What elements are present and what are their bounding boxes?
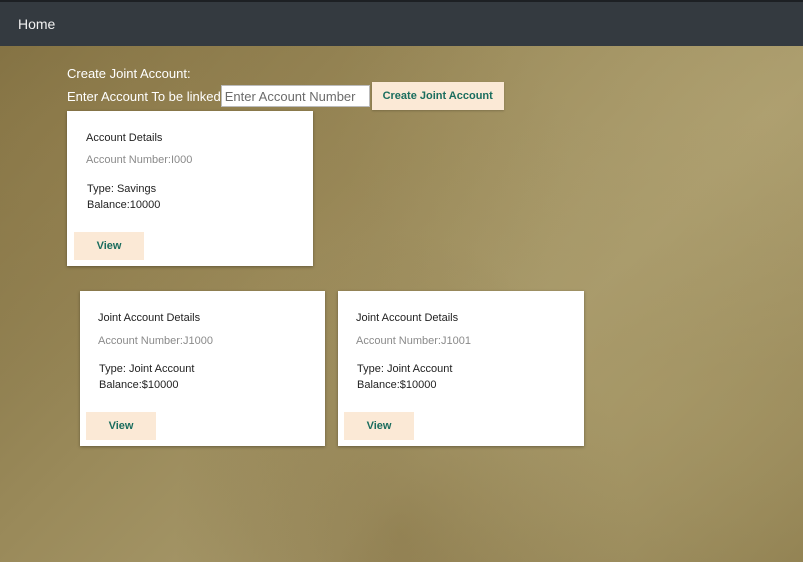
account-number: Account Number:J1001 <box>356 335 471 347</box>
view-button[interactable]: View <box>74 232 144 260</box>
account-details-card: Account Details Account Number:I000 Type… <box>67 111 313 266</box>
account-type: Type: Joint Account <box>99 363 195 375</box>
view-button[interactable]: View <box>344 412 414 440</box>
account-number: Account Number:J1000 <box>98 335 213 347</box>
view-button[interactable]: View <box>86 412 156 440</box>
account-balance: Balance:$10000 <box>357 379 437 391</box>
account-type: Type: Joint Account <box>357 363 453 375</box>
account-type: Type: Savings <box>87 183 157 195</box>
account-balance: Balance:10000 <box>87 199 161 211</box>
account-number: Account Number:I000 <box>86 154 193 166</box>
link-account-row: Enter Account To be linked Create Joint … <box>67 82 504 110</box>
nav-home-link[interactable]: Home <box>18 16 55 32</box>
create-joint-account-button[interactable]: Create Joint Account <box>371 82 504 110</box>
card-title: Joint Account Details <box>356 312 459 324</box>
navbar: Home <box>0 0 803 46</box>
card-title: Joint Account Details <box>98 312 201 324</box>
account-balance: Balance:$10000 <box>99 379 179 391</box>
account-number-input[interactable] <box>220 85 370 107</box>
joint-account-card: Joint Account Details Account Number:J10… <box>80 291 325 446</box>
joint-account-card: Joint Account Details Account Number:J10… <box>338 291 584 446</box>
link-account-label: Enter Account To be linked <box>67 88 221 104</box>
card-title: Account Details <box>86 132 163 144</box>
create-joint-account-heading: Create Joint Account: <box>67 66 191 81</box>
